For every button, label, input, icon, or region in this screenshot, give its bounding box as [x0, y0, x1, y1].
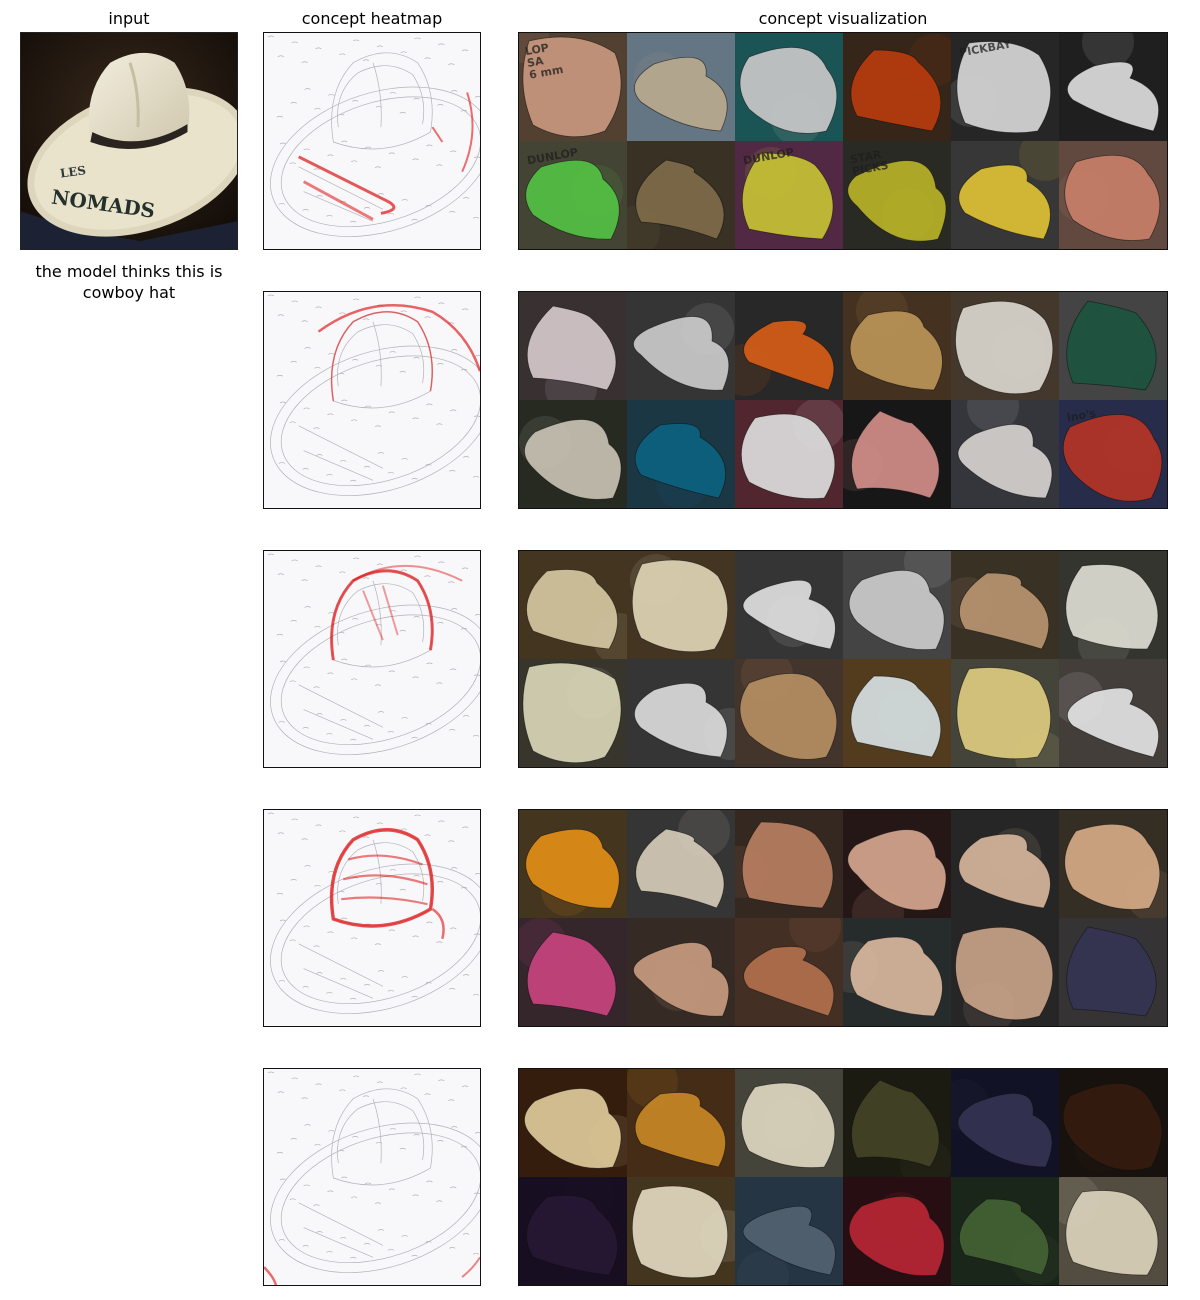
- concept-example-tile: [627, 551, 735, 659]
- concept-visualization-grid: [518, 809, 1168, 1027]
- concept-example-tile: [735, 400, 843, 508]
- concept-example-tile: [843, 810, 951, 918]
- concept-example-tile: [1059, 810, 1167, 918]
- concept-example-tile: [843, 918, 951, 1026]
- concept-example-tile: [519, 551, 627, 659]
- concept-example-tile: [627, 1069, 735, 1177]
- concept-example-tile: [951, 292, 1059, 400]
- concept-example-tile: STAR PICKS: [843, 141, 951, 249]
- concept-heatmap: [263, 550, 481, 768]
- concept-example-tile: [1059, 918, 1167, 1026]
- concept-example-tile: [1059, 292, 1167, 400]
- concept-example-tile: [843, 400, 951, 508]
- concept-example-tile: DUNLOP: [735, 141, 843, 249]
- concept-example-tile: [843, 659, 951, 767]
- cowboy-hat-illustration: LES NOMADS: [21, 33, 237, 249]
- concept-example-tile: [519, 1177, 627, 1285]
- concept-example-tile: [627, 33, 735, 141]
- concept-example-tile: [1059, 141, 1167, 249]
- concept-example-tile: [1059, 659, 1167, 767]
- concept-example-tile: [627, 810, 735, 918]
- concept-example-tile: [627, 1177, 735, 1285]
- concept-example-tile: [951, 141, 1059, 249]
- concept-example-tile: [735, 551, 843, 659]
- caption-line-2: cowboy hat: [82, 283, 176, 302]
- concept-example-tile: [519, 918, 627, 1026]
- concept-example-tile: [519, 292, 627, 400]
- concept-example-tile: [735, 1177, 843, 1285]
- concept-example-tile: [1059, 551, 1167, 659]
- concept-example-tile: [1059, 1069, 1167, 1177]
- concept-example-tile: [951, 659, 1059, 767]
- concept-example-tile: [951, 1069, 1059, 1177]
- concept-example-tile: [843, 33, 951, 141]
- concept-example-tile: [1059, 33, 1167, 141]
- prediction-caption: the model thinks this is cowboy hat: [20, 261, 238, 303]
- concept-heatmap: [263, 32, 481, 250]
- concept-example-tile: [627, 141, 735, 249]
- tile-text: LOP SA 6 mm: [523, 41, 565, 82]
- concept-example-tile: [843, 292, 951, 400]
- concept-example-tile: [951, 1177, 1059, 1285]
- concept-heatmap: [263, 1068, 481, 1286]
- concept-example-tile: [627, 400, 735, 508]
- concept-example-tile: [843, 551, 951, 659]
- concept-example-tile: [735, 918, 843, 1026]
- concept-example-tile: [519, 1069, 627, 1177]
- concept-example-tile: [951, 810, 1059, 918]
- concept-visualization-grid: [518, 1068, 1168, 1286]
- concept-visualization-grid: LOP SA 6 mm PICKBAY DUNLOP DUNLOP STAR PICKS: [518, 32, 1168, 250]
- concept-example-tile: LOP SA 6 mm: [519, 33, 627, 141]
- concept-example-tile: [843, 1069, 951, 1177]
- input-image: LES NOMADS: [20, 32, 238, 250]
- concept-example-tile: ino's: [1059, 400, 1167, 508]
- concept-heatmap: [263, 291, 481, 509]
- caption-line-1: the model thinks this is: [35, 262, 223, 281]
- concept-example-tile: [735, 33, 843, 141]
- concept-example-tile: [519, 400, 627, 508]
- concept-example-tile: [735, 1069, 843, 1177]
- concept-example-tile: [735, 810, 843, 918]
- concept-visualization-grid: [518, 550, 1168, 768]
- concept-example-tile: [627, 292, 735, 400]
- concept-example-tile: [1059, 1177, 1167, 1285]
- visualization-column-title: concept visualization: [758, 9, 928, 28]
- concept-example-tile: DUNLOP: [519, 141, 627, 249]
- concept-example-tile: [951, 400, 1059, 508]
- concept-example-tile: [843, 1177, 951, 1285]
- concept-example-tile: [627, 659, 735, 767]
- concept-example-tile: [627, 918, 735, 1026]
- heatmap-column-title: concept heatmap: [301, 9, 443, 28]
- concept-example-tile: [951, 551, 1059, 659]
- concept-example-tile: PICKBAY: [951, 33, 1059, 141]
- concept-example-tile: [735, 659, 843, 767]
- concept-visualization-grid: ino's: [518, 291, 1168, 509]
- concept-example-tile: [735, 292, 843, 400]
- concept-example-tile: [519, 659, 627, 767]
- concept-example-tile: [519, 810, 627, 918]
- concept-example-tile: [951, 918, 1059, 1026]
- concept-heatmap: [263, 809, 481, 1027]
- input-column-title: input: [108, 9, 150, 28]
